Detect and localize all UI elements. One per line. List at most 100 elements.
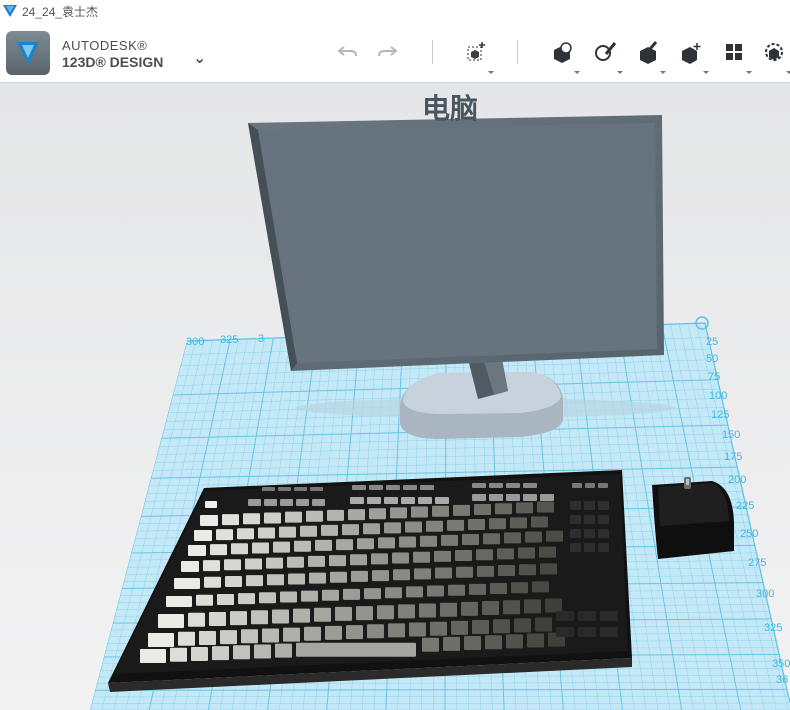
- key: [503, 600, 520, 615]
- pattern-icon: [726, 44, 742, 60]
- key: [293, 608, 310, 623]
- grid-label-right: 225: [736, 500, 754, 512]
- key: [283, 627, 300, 642]
- key: [495, 503, 512, 515]
- key: [418, 497, 432, 504]
- key: [188, 545, 206, 556]
- key: [224, 559, 241, 571]
- grid-label-right: 275: [748, 557, 766, 569]
- transform-tool-button[interactable]: [460, 36, 494, 74]
- key: [464, 636, 481, 651]
- key: [363, 523, 380, 535]
- key: [248, 499, 261, 506]
- text-model-label[interactable]: 电脑: [422, 92, 478, 125]
- key: [472, 494, 486, 501]
- key: [482, 601, 499, 616]
- 3d-viewport[interactable]: 300 325 3 25 50 75 100 125 150 175 200 225 250 275…: [0, 83, 790, 710]
- key: [371, 553, 388, 565]
- key: [578, 611, 596, 621]
- key: [273, 541, 290, 553]
- key: [350, 497, 364, 504]
- key: [220, 630, 237, 645]
- key: [598, 543, 609, 552]
- window-title: 24_24_袁士杰: [22, 4, 99, 19]
- grid-label-right: 100: [709, 390, 727, 402]
- key: [188, 612, 205, 627]
- group-tool-button[interactable]: [758, 36, 790, 74]
- sketch-tool-button[interactable]: [589, 36, 623, 74]
- key: [411, 506, 428, 518]
- key: [279, 526, 296, 538]
- redo-button[interactable]: [372, 36, 404, 68]
- key: [504, 532, 521, 544]
- key: [194, 530, 212, 541]
- key: [409, 622, 426, 637]
- key: [511, 582, 528, 594]
- key: [506, 483, 520, 488]
- group-icon: [765, 43, 783, 61]
- key: [369, 508, 386, 520]
- key: [405, 521, 422, 533]
- app-logo-icon: [3, 5, 17, 17]
- undo-button[interactable]: [331, 36, 363, 68]
- key: [296, 642, 416, 657]
- key: [310, 487, 323, 491]
- key: [350, 554, 367, 566]
- key: [584, 501, 595, 510]
- key: [267, 574, 284, 586]
- key: [598, 529, 609, 538]
- key: [203, 560, 220, 572]
- key: [406, 586, 423, 598]
- mouse-model[interactable]: [652, 477, 734, 559]
- key: [468, 519, 485, 531]
- key: [545, 598, 562, 613]
- grid-label-right: 125: [711, 409, 729, 421]
- key: [352, 485, 366, 490]
- key: [426, 520, 443, 532]
- key: [384, 522, 401, 534]
- key: [342, 524, 359, 536]
- key: [434, 550, 451, 562]
- key: [392, 552, 409, 564]
- grid-label-right: 200: [728, 474, 746, 486]
- app-menu-icon[interactable]: [6, 31, 50, 75]
- key: [531, 516, 548, 528]
- pattern-tool-button[interactable]: [718, 36, 752, 74]
- key: [556, 611, 574, 621]
- grid-label-top: 300: [186, 336, 204, 348]
- chevron-down-icon[interactable]: ⌄: [193, 48, 206, 68]
- key: [539, 546, 556, 558]
- key: [312, 499, 325, 506]
- modify-tool-button[interactable]: [675, 36, 709, 74]
- key: [158, 614, 184, 628]
- key: [403, 485, 417, 490]
- key: [346, 625, 363, 640]
- key: [585, 483, 595, 488]
- key: [489, 494, 503, 501]
- key: [200, 515, 218, 526]
- key: [329, 555, 346, 567]
- key: [385, 587, 402, 599]
- key: [377, 605, 394, 620]
- key: [325, 625, 342, 640]
- key: [472, 620, 489, 635]
- scene-canvas[interactable]: 300 325 3 25 50 75 100 125 150 175 200 225 250 275…: [0, 83, 790, 710]
- key: [451, 620, 468, 635]
- key: [266, 557, 283, 569]
- construct-tool-button[interactable]: [632, 36, 666, 74]
- key: [369, 485, 383, 490]
- key: [330, 571, 347, 583]
- main-toolbar: AUTODESK® 123D® DESIGN ⌄: [0, 22, 790, 83]
- key: [216, 529, 233, 541]
- grid-label-right: 50: [706, 353, 718, 365]
- key: [420, 485, 434, 490]
- key: [246, 575, 263, 587]
- key: [477, 565, 494, 577]
- key: [440, 602, 457, 617]
- key: [170, 647, 187, 662]
- key: [241, 629, 258, 644]
- key: [327, 509, 344, 521]
- primitives-tool-button[interactable]: [546, 36, 580, 74]
- construct-icon: [640, 41, 658, 64]
- key: [527, 633, 544, 648]
